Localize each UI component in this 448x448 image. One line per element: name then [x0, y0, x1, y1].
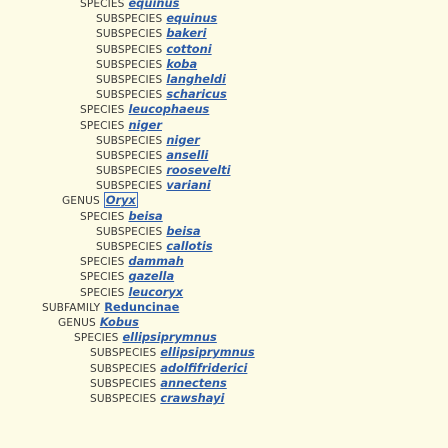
taxon-link[interactable]: dammah	[128, 254, 183, 268]
taxon-link[interactable]: equinus	[128, 0, 179, 10]
rank-label: SUBFAMILY	[42, 301, 101, 314]
rank-label: SUBSPECIES	[90, 377, 157, 390]
tree-row: SUBSPECIES variani	[0, 178, 448, 193]
taxon-link[interactable]: Oryx	[103, 192, 138, 209]
tree-row: GENUS Oryx	[0, 192, 448, 209]
taxon-link[interactable]: callotis	[166, 239, 212, 253]
tree-row: SPECIES niger	[0, 118, 448, 133]
tree-row: SUBSPECIES langheldi	[0, 72, 448, 87]
rank-label: SUBSPECIES	[96, 73, 163, 86]
taxon-link[interactable]: ellipsiprymnus	[122, 330, 216, 344]
taxon-link[interactable]: cottoni	[166, 42, 211, 56]
taxon-link[interactable]: langheldi	[166, 72, 226, 86]
tree-row: SUBSPECIES koba	[0, 57, 448, 72]
taxon-link[interactable]: beisa	[166, 224, 200, 238]
tree-row: SPECIES leucoryx	[0, 285, 448, 300]
rank-label: SUBSPECIES	[90, 392, 157, 405]
rank-label: SPECIES	[74, 332, 119, 345]
taxon-link[interactable]: koba	[166, 57, 197, 71]
rank-label: SPECIES	[80, 210, 125, 223]
taxon-link[interactable]: Reduncinae	[104, 300, 179, 314]
taxon-link[interactable]: annectens	[160, 376, 226, 390]
tree-row: GENUS Kobus	[0, 315, 448, 330]
taxon-link[interactable]: adolfifriderici	[160, 361, 247, 375]
taxon-link[interactable]: leucophaeus	[128, 102, 209, 116]
tree-row: SUBSPECIES callotis	[0, 239, 448, 254]
tree-row: SPECIES ellipsiprymnus	[0, 330, 448, 345]
taxon-link[interactable]: equinus	[166, 11, 217, 25]
rank-label: GENUS	[58, 316, 96, 329]
rank-label: SUBSPECIES	[96, 134, 163, 147]
tree-row: SUBSPECIES roosevelti	[0, 163, 448, 178]
taxon-link[interactable]: beisa	[128, 209, 162, 223]
tree-row: SUBSPECIES annectens	[0, 376, 448, 391]
rank-label: SUBSPECIES	[96, 225, 163, 238]
rank-label: SPECIES	[80, 0, 125, 10]
taxon-link[interactable]: gazella	[128, 269, 174, 283]
rank-label: SUBSPECIES	[90, 347, 157, 360]
tree-row: SUBSPECIES cottoni	[0, 42, 448, 57]
tree-row: SUBSPECIES ellipsiprymnus	[0, 345, 448, 360]
tree-row: SPECIES dammah	[0, 254, 448, 269]
tree-row: SPECIES leucophaeus	[0, 102, 448, 117]
tree-row: SPECIES equinus	[0, 0, 448, 11]
rank-label: SPECIES	[80, 271, 125, 284]
taxon-link[interactable]: anselli	[166, 148, 208, 162]
tree-row: SUBSPECIES anselli	[0, 148, 448, 163]
taxon-link[interactable]: bakeri	[166, 26, 206, 40]
rank-label: SPECIES	[80, 256, 125, 269]
rank-label: SPECIES	[80, 119, 125, 132]
taxon-link[interactable]: leucoryx	[128, 285, 183, 299]
rank-label: SUBSPECIES	[96, 241, 163, 253]
rank-label: GENUS	[62, 195, 100, 208]
taxon-link[interactable]: variani	[166, 178, 210, 192]
rank-label: SUBSPECIES	[96, 28, 163, 41]
taxon-link[interactable]: Kobus	[100, 315, 139, 329]
rank-label: SUBSPECIES	[90, 362, 157, 375]
rank-label: SPECIES	[80, 104, 125, 117]
taxon-link[interactable]: ellipsiprymnus	[160, 345, 254, 359]
rank-label: SUBSPECIES	[96, 165, 163, 178]
tree-row: SUBSPECIES niger	[0, 133, 448, 148]
taxon-link[interactable]: niger	[166, 133, 200, 147]
tree-row: SUBSPECIES scharicus	[0, 87, 448, 102]
taxon-link[interactable]: roosevelti	[166, 163, 230, 177]
taxon-link[interactable]: crawshayi	[160, 391, 224, 405]
rank-label: SUBSPECIES	[96, 58, 163, 71]
taxonomy-tree: SPECIES equinus SUBSPECIES equinus SUBSPECIE…	[0, 0, 448, 406]
rank-label: SUBSPECIES	[96, 89, 163, 102]
tree-row: SPECIES beisa	[0, 209, 448, 224]
tree-row: SUBSPECIES beisa	[0, 224, 448, 239]
rank-label: SUBSPECIES	[96, 149, 163, 162]
rank-label: SPECIES	[80, 286, 125, 299]
taxon-link[interactable]: niger	[128, 118, 162, 132]
tree-row: SPECIES gazella	[0, 269, 448, 284]
tree-row: SUBSPECIES adolfifriderici	[0, 361, 448, 376]
tree-row: SUBSPECIES equinus	[0, 11, 448, 26]
tree-row: SUBFAMILY Reduncinae	[0, 300, 448, 315]
rank-label: SUBSPECIES	[96, 13, 163, 26]
rank-label: SUBSPECIES	[96, 180, 163, 193]
taxon-link[interactable]: scharicus	[166, 87, 227, 101]
tree-row: SUBSPECIES crawshayi	[0, 391, 448, 406]
rank-label: SUBSPECIES	[96, 43, 163, 56]
tree-row: SUBSPECIES bakeri	[0, 26, 448, 41]
